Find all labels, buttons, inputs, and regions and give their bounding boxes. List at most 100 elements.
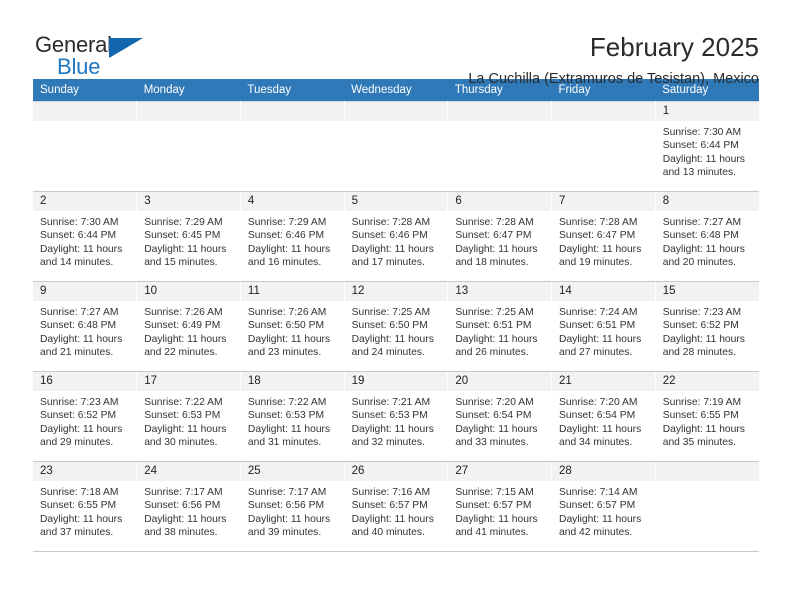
day-sun-info: Sunrise: 7:14 AM Sunset: 6:57 PM Daylight:… (552, 481, 655, 540)
day-sun-info: Sunrise: 7:27 AM Sunset: 6:48 PM Daylight:… (33, 301, 136, 360)
sunset-text: Sunset: 6:46 PM (351, 230, 428, 242)
sunset-text: Sunset: 6:50 PM (351, 320, 428, 332)
sunrise-text: Sunrise: 7:20 AM (559, 397, 638, 408)
day-sun-info: Sunrise: 7:15 AM Sunset: 6:57 PM Daylight:… (448, 481, 551, 540)
calendar-day-cell[interactable]: 17 Sunrise: 7:22 AM Sunset: 6:53 PM Dayligh… (136, 371, 241, 462)
calendar-day-cell[interactable]: 19 Sunrise: 7:21 AM Sunset: 6:53 PM Dayligh… (344, 371, 449, 462)
calendar-day-cell[interactable]: 18 Sunrise: 7:22 AM Sunset: 6:53 PM Dayligh… (240, 371, 345, 462)
day-cell-content: 26 Sunrise: 7:16 AM Sunset: 6:57 PM Dayligh… (344, 462, 448, 551)
day-number (552, 102, 655, 121)
day-cell-content: 2 Sunrise: 7:30 AM Sunset: 6:44 PM Daylight… (33, 192, 137, 281)
day-number: 8 (655, 192, 759, 211)
day-number: 11 (240, 282, 344, 301)
calendar-day-cell[interactable]: 24 Sunrise: 7:17 AM Sunset: 6:56 PM Dayligh… (136, 461, 241, 552)
day-number: 25 (240, 462, 344, 481)
sunrise-text: Sunrise: 7:23 AM (40, 397, 119, 408)
day-sun-info: Sunrise: 7:16 AM Sunset: 6:57 PM Daylight:… (345, 481, 448, 540)
day-number: 14 (552, 282, 655, 301)
sunrise-text: Sunrise: 7:18 AM (40, 487, 119, 498)
daylight-text: Daylight: 11 hours and 35 minutes. (662, 423, 745, 449)
calendar-day-cell[interactable]: 16 Sunrise: 7:23 AM Sunset: 6:52 PM Dayligh… (33, 371, 138, 462)
sunset-text: Sunset: 6:57 PM (455, 500, 532, 512)
sunrise-text: Sunrise: 7:30 AM (40, 217, 119, 228)
day-number (655, 462, 759, 481)
day-number: 4 (240, 192, 344, 211)
calendar-day-cell[interactable]: 13 Sunrise: 7:25 AM Sunset: 6:51 PM Dayligh… (447, 281, 553, 372)
logo-text-blue: Blue (57, 54, 101, 79)
daylight-text: Daylight: 11 hours and 13 minutes. (662, 153, 745, 179)
sunrise-text: Sunrise: 7:19 AM (662, 397, 742, 408)
calendar-day-cell[interactable]: 25 Sunrise: 7:17 AM Sunset: 6:56 PM Dayligh… (240, 461, 345, 552)
calendar-day-cell[interactable]: 6 Sunrise: 7:28 AM Sunset: 6:47 PM Daylight… (447, 191, 553, 282)
sunrise-text: Sunrise: 7:27 AM (662, 217, 742, 228)
calendar-week-row: 23 Sunrise: 7:18 AM Sunset: 6:55 PM Dayligh… (33, 461, 759, 552)
calendar-day-cell[interactable]: 21 Sunrise: 7:20 AM Sunset: 6:54 PM Dayligh… (551, 371, 656, 462)
day-number: 12 (344, 282, 448, 301)
day-sun-info: Sunrise: 7:20 AM Sunset: 6:54 PM Daylight:… (552, 391, 655, 450)
sunset-text: Sunset: 6:44 PM (662, 140, 739, 152)
daylight-text: Daylight: 11 hours and 21 minutes. (40, 333, 123, 359)
general-blue-logo[interactable]: General Blue (33, 30, 153, 82)
sunrise-text: Sunrise: 7:22 AM (144, 397, 223, 408)
day-cell-content: 15 Sunrise: 7:23 AM Sunset: 6:52 PM Dayligh… (655, 282, 759, 371)
calendar-day-cell (33, 101, 138, 192)
sunrise-text: Sunrise: 7:16 AM (351, 487, 431, 498)
calendar-day-cell[interactable]: 27 Sunrise: 7:15 AM Sunset: 6:57 PM Dayligh… (447, 461, 553, 552)
day-cell-content: 17 Sunrise: 7:22 AM Sunset: 6:53 PM Dayligh… (137, 372, 240, 461)
daylight-text: Daylight: 11 hours and 32 minutes. (351, 423, 434, 449)
calendar-day-cell[interactable]: 28 Sunrise: 7:14 AM Sunset: 6:57 PM Dayligh… (551, 461, 656, 552)
sunset-text: Sunset: 6:53 PM (144, 410, 221, 422)
daylight-text: Daylight: 11 hours and 18 minutes. (455, 243, 538, 269)
calendar-day-cell[interactable]: 5 Sunrise: 7:28 AM Sunset: 6:46 PM Daylight… (344, 191, 449, 282)
calendar-day-cell[interactable]: 14 Sunrise: 7:24 AM Sunset: 6:51 PM Dayligh… (551, 281, 656, 372)
sunset-text: Sunset: 6:51 PM (559, 320, 636, 332)
day-cell-content: 18 Sunrise: 7:22 AM Sunset: 6:53 PM Dayligh… (240, 372, 344, 461)
calendar-day-cell[interactable]: 12 Sunrise: 7:25 AM Sunset: 6:50 PM Dayligh… (344, 281, 449, 372)
daylight-text: Daylight: 11 hours and 34 minutes. (559, 423, 642, 449)
weekday-header-monday: Monday (136, 79, 241, 102)
calendar-day-cell[interactable]: 4 Sunrise: 7:29 AM Sunset: 6:46 PM Daylight… (240, 191, 345, 282)
calendar-day-cell[interactable]: 7 Sunrise: 7:28 AM Sunset: 6:47 PM Daylight… (551, 191, 656, 282)
daylight-text: Daylight: 11 hours and 38 minutes. (144, 513, 227, 539)
day-number: 10 (137, 282, 240, 301)
calendar-day-cell[interactable]: 15 Sunrise: 7:23 AM Sunset: 6:52 PM Dayligh… (655, 281, 759, 372)
calendar-day-cell[interactable]: 9 Sunrise: 7:27 AM Sunset: 6:48 PM Daylight… (33, 281, 138, 372)
daylight-text: Daylight: 11 hours and 20 minutes. (662, 243, 745, 269)
calendar-day-cell[interactable]: 2 Sunrise: 7:30 AM Sunset: 6:44 PM Daylight… (33, 191, 138, 282)
weekday-header-tuesday: Tuesday (240, 79, 345, 102)
day-number: 20 (448, 372, 552, 391)
sunset-text: Sunset: 6:54 PM (455, 410, 532, 422)
calendar-day-cell[interactable]: 8 Sunrise: 7:27 AM Sunset: 6:48 PM Daylight… (655, 191, 759, 282)
calendar-day-cell[interactable]: 10 Sunrise: 7:26 AM Sunset: 6:49 PM Dayligh… (136, 281, 241, 372)
day-sun-info: Sunrise: 7:25 AM Sunset: 6:50 PM Daylight:… (345, 301, 448, 360)
day-sun-info: Sunrise: 7:30 AM Sunset: 6:44 PM Daylight:… (33, 211, 136, 270)
calendar-day-cell[interactable]: 3 Sunrise: 7:29 AM Sunset: 6:45 PM Daylight… (136, 191, 241, 282)
sunset-text: Sunset: 6:45 PM (144, 230, 221, 242)
day-cell-content: 8 Sunrise: 7:27 AM Sunset: 6:48 PM Daylight… (655, 192, 759, 281)
day-number: 7 (552, 192, 655, 211)
calendar-day-cell[interactable]: 11 Sunrise: 7:26 AM Sunset: 6:50 PM Dayligh… (240, 281, 345, 372)
sunrise-text: Sunrise: 7:22 AM (247, 397, 327, 408)
day-sun-info: Sunrise: 7:26 AM Sunset: 6:49 PM Daylight:… (137, 301, 240, 360)
calendar-day-cell[interactable]: 23 Sunrise: 7:18 AM Sunset: 6:55 PM Dayligh… (33, 461, 138, 552)
daylight-text: Daylight: 11 hours and 19 minutes. (559, 243, 642, 269)
calendar-day-cell[interactable]: 22 Sunrise: 7:19 AM Sunset: 6:55 PM Dayligh… (655, 371, 759, 462)
day-sun-info: Sunrise: 7:30 AM Sunset: 6:44 PM Daylight:… (656, 121, 759, 180)
calendar-day-cell[interactable]: 26 Sunrise: 7:16 AM Sunset: 6:57 PM Dayligh… (344, 461, 449, 552)
day-number: 22 (655, 372, 759, 391)
day-number: 5 (344, 192, 448, 211)
sunset-text: Sunset: 6:48 PM (662, 230, 739, 242)
day-sun-info: Sunrise: 7:23 AM Sunset: 6:52 PM Daylight:… (656, 301, 759, 360)
day-sun-info: Sunrise: 7:28 AM Sunset: 6:47 PM Daylight:… (448, 211, 551, 270)
daylight-text: Daylight: 11 hours and 39 minutes. (247, 513, 331, 539)
day-cell-content: 10 Sunrise: 7:26 AM Sunset: 6:49 PM Dayligh… (137, 282, 240, 371)
calendar-day-cell[interactable]: 20 Sunrise: 7:20 AM Sunset: 6:54 PM Dayligh… (447, 371, 553, 462)
daylight-text: Daylight: 11 hours and 31 minutes. (247, 423, 331, 449)
calendar-day-cell[interactable]: 1 Sunrise: 7:30 AM Sunset: 6:44 PM Daylight… (655, 101, 759, 192)
day-number: 16 (33, 372, 137, 391)
weekday-header-sunday: Sunday (33, 79, 137, 102)
sunrise-text: Sunrise: 7:25 AM (351, 307, 431, 318)
day-number: 24 (137, 462, 240, 481)
sunset-text: Sunset: 6:52 PM (40, 410, 117, 422)
daylight-text: Daylight: 11 hours and 14 minutes. (40, 243, 123, 269)
